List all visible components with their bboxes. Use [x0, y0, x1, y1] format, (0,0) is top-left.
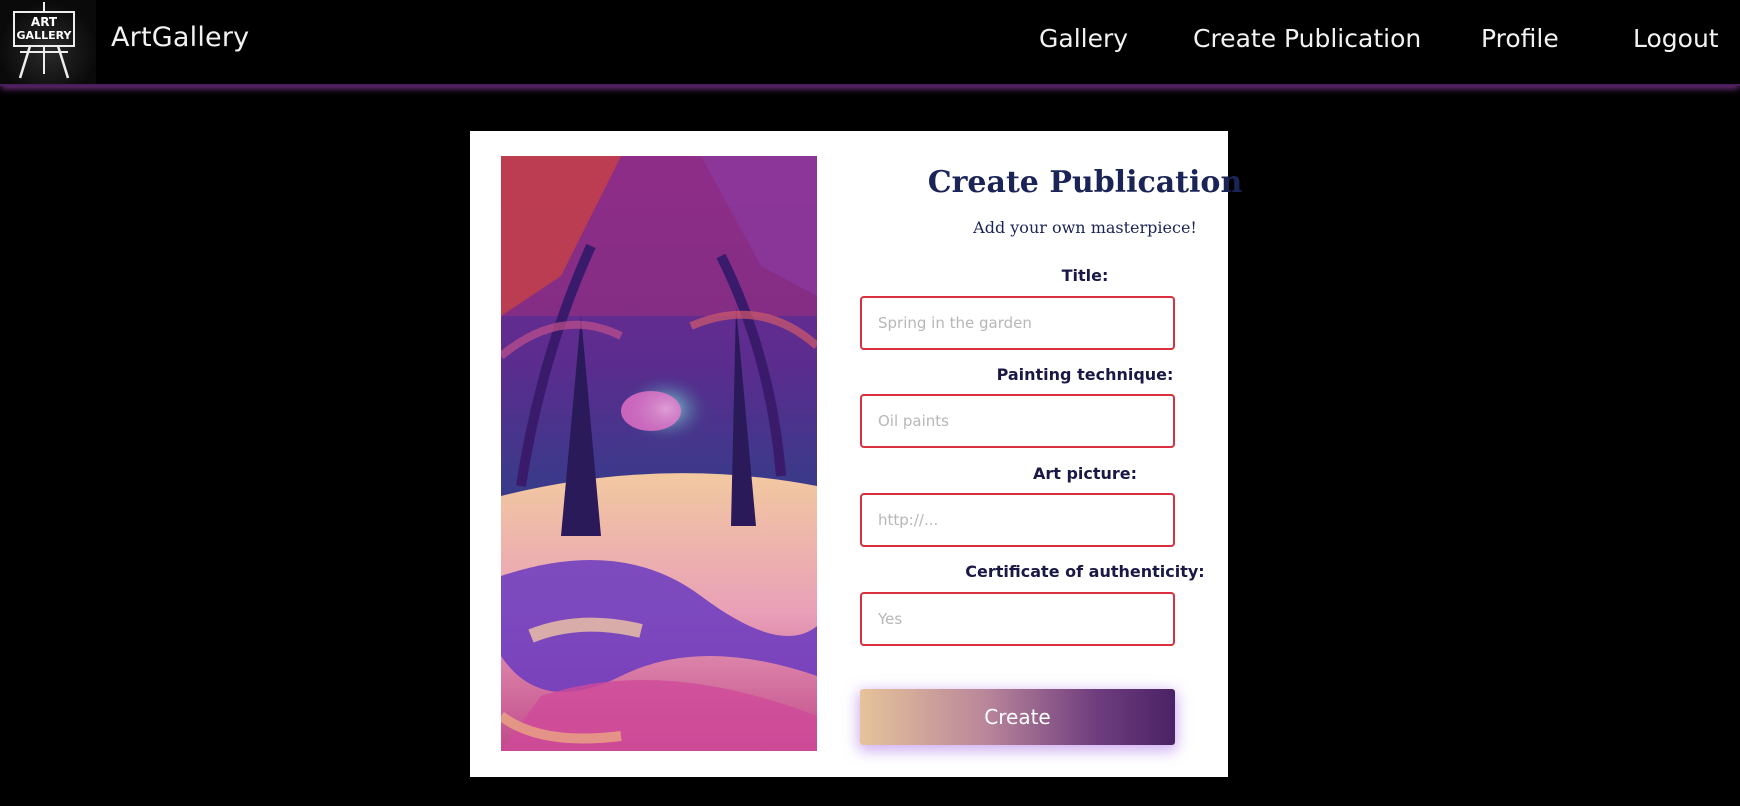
top-navbar: ART GALLERY ArtGallery Gallery Create Pu… [0, 0, 1740, 86]
logo-text-art: ART [31, 15, 58, 29]
certificate-input[interactable] [860, 592, 1175, 646]
art-picture-url-input[interactable] [860, 493, 1175, 547]
nav-link-profile[interactable]: Profile [1481, 24, 1559, 53]
title-label: Title: [1061, 266, 1109, 285]
form-subtitle: Add your own masterpiece! [973, 218, 1197, 237]
form-title: Create Publication [927, 165, 1243, 200]
painting-image [501, 156, 817, 751]
title-input[interactable] [860, 296, 1175, 350]
certificate-label: Certificate of authenticity: [965, 562, 1205, 581]
nav-link-create-publication[interactable]: Create Publication [1193, 24, 1421, 53]
nav-link-gallery[interactable]: Gallery [1039, 24, 1128, 53]
painting-technique-label: Painting technique: [996, 365, 1174, 384]
painting-technique-input[interactable] [860, 394, 1175, 448]
logo-text-gallery: GALLERY [17, 29, 73, 42]
create-button[interactable]: Create [860, 689, 1175, 745]
create-publication-card: Create Publication Add your own masterpi… [470, 131, 1242, 777]
logo[interactable]: ART GALLERY [0, 0, 96, 84]
easel-logo-icon: ART GALLERY [13, 2, 75, 79]
brand-name[interactable]: ArtGallery [111, 22, 249, 53]
art-picture-label: Art picture: [1032, 464, 1138, 483]
nav-link-logout[interactable]: Logout [1633, 24, 1719, 53]
